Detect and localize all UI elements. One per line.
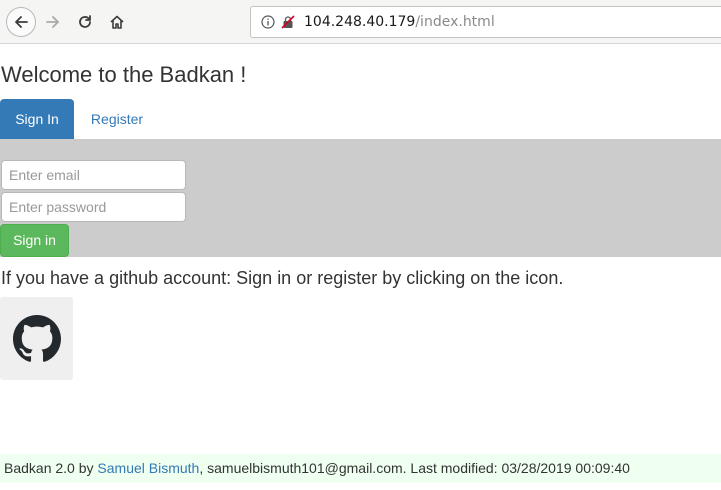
footer-prefix: Badkan 2.0 by [4,460,98,476]
url-text: 104.248.40.179/index.html [304,14,495,30]
footer: Badkan 2.0 by Samuel Bismuth, samuelbism… [0,454,721,483]
page-title: Welcome to the Badkan ! [1,62,247,87]
reload-icon [79,15,91,28]
tab-sign-in[interactable]: Sign In [0,99,74,139]
insecure-lock-icon[interactable] [281,15,295,29]
tab-register[interactable]: Register [76,99,158,139]
email-field[interactable] [1,160,186,190]
github-note: If you have a github account: Sign in or… [1,268,564,288]
back-button[interactable] [6,7,36,37]
footer-suffix: , samuelbismuth101@gmail.com. Last modif… [199,460,630,476]
password-field[interactable] [1,192,186,222]
back-arrow-icon [15,16,28,28]
url-bar[interactable]: 104.248.40.179/index.html [250,6,721,38]
url-host: 104.248.40.179 [304,14,416,30]
browser-toolbar: 104.248.40.179/index.html [0,0,721,44]
github-login-button[interactable] [0,297,73,380]
url-path: /index.html [415,14,495,30]
home-icon [110,15,124,29]
sign-in-button[interactable]: Sign in [0,224,69,257]
info-icon[interactable] [261,15,275,29]
home-button[interactable] [102,7,132,37]
author-link[interactable]: Samuel Bismuth [97,460,199,476]
github-icon [12,314,61,362]
forward-button[interactable] [38,7,68,37]
forward-arrow-icon [46,16,59,28]
reload-button[interactable] [70,7,100,37]
sign-in-form: Sign in [0,139,721,257]
